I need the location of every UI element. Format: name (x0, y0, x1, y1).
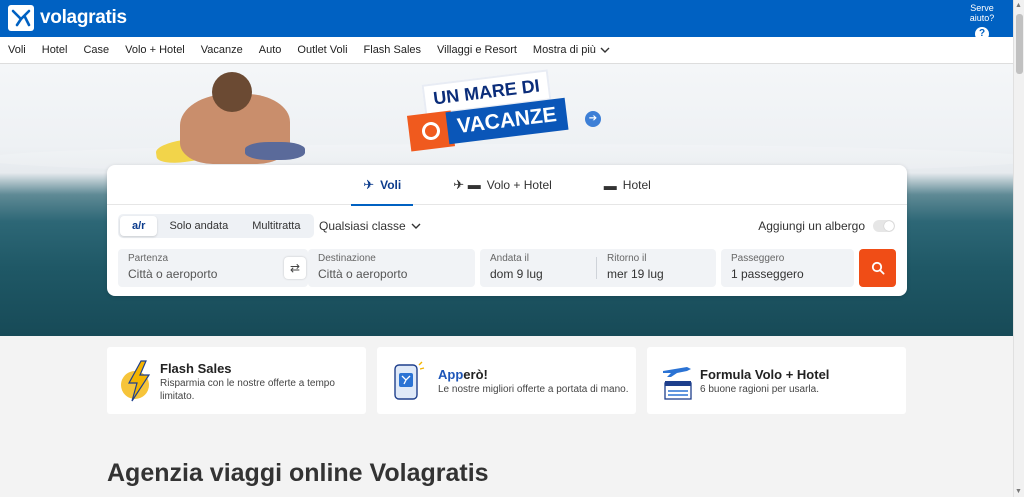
nav-item-auto[interactable]: Auto (259, 44, 282, 56)
promo-desc: Risparmia con le nostre offerte a tempo (160, 378, 335, 389)
destination-field[interactable]: Destinazione Città o aeroporto (308, 249, 475, 287)
promo-title: Apperò! (438, 367, 488, 382)
brand-name: volagratis (40, 7, 127, 28)
nav-item-vacanze[interactable]: Vacanze (201, 44, 243, 56)
passengers-label: Passeggero (731, 253, 785, 264)
scroll-down-arrow-icon[interactable]: ▼ (1015, 488, 1022, 495)
main-nav: Voli Hotel Case Volo + Hotel Vacanze Aut… (0, 37, 1013, 64)
chevron-down-icon (600, 47, 610, 53)
top-bar: volagratis Serve aiuto? ? (0, 0, 1013, 41)
passengers-value: 1 passeggero (731, 267, 804, 281)
outbound-value: dom 9 lug (490, 267, 543, 281)
departure-field[interactable]: Partenza Città o aeroporto (118, 249, 308, 287)
nav-item-voli[interactable]: Voli (8, 44, 26, 56)
nav-item-more[interactable]: Mostra di più (533, 44, 610, 56)
tab-hotel-label: Hotel (622, 178, 651, 192)
promo-title: Flash Sales (160, 361, 232, 376)
search-tabs: ✈ Voli ✈ ▬ Volo + Hotel ▬ Hotel (107, 165, 907, 206)
trip-type-round[interactable]: a/r (120, 216, 158, 236)
promo-card-flash-sales[interactable]: Flash Sales Risparmia con le nostre offe… (107, 347, 366, 414)
promo-card-volo-hotel[interactable]: Formula Volo + Hotel 6 buone ragioni per… (647, 347, 906, 414)
promo-desc: Le nostre migliori offerte a portata di … (438, 384, 629, 395)
tab-volo-hotel[interactable]: ✈ ▬ Volo + Hotel (441, 165, 564, 205)
tab-hotel[interactable]: ▬ Hotel (592, 165, 663, 205)
plane-hotel-icon (663, 367, 692, 400)
trip-type-toggle: a/r Solo andata Multitratta (118, 214, 315, 238)
destination-input[interactable]: Città o aeroporto (318, 267, 465, 281)
page-headline: Agenzia viaggi online Volagratis (107, 459, 489, 487)
class-select-label: Qualsiasi classe (319, 219, 406, 233)
nav-item-volo-hotel[interactable]: Volo + Hotel (125, 44, 185, 56)
return-label: Ritorno il (607, 253, 647, 264)
help-label: Serve aiuto? (969, 3, 995, 23)
surfer-shorts-image (245, 142, 305, 160)
search-card: ✈ Voli ✈ ▬ Volo + Hotel ▬ Hotel a/r Solo… (107, 165, 907, 296)
help-link[interactable]: Serve aiuto? ? (957, 3, 1007, 41)
bed-icon: ▬ (603, 177, 617, 193)
add-hotel-toggle[interactable]: Aggiungi un albergo (758, 219, 895, 233)
add-hotel-label: Aggiungi un albergo (758, 219, 865, 233)
class-select[interactable]: Qualsiasi classe (319, 219, 421, 233)
promo-desc: limitato. (160, 391, 195, 402)
swap-icon[interactable]: ⇄ (284, 257, 306, 279)
lightning-icon (121, 360, 151, 402)
nav-item-case[interactable]: Case (83, 44, 109, 56)
nav-item-villaggi-resort[interactable]: Villaggi e Resort (437, 44, 517, 56)
chevron-down-icon (411, 223, 421, 229)
page-scrollbar[interactable]: ▲ ▼ (1013, 0, 1024, 497)
departure-label: Partenza (128, 253, 169, 264)
surfer-head-image (212, 72, 252, 112)
nav-item-flash-sales[interactable]: Flash Sales (364, 44, 421, 56)
outbound-label: Andata il (490, 253, 529, 264)
nav-item-outlet-voli[interactable]: Outlet Voli (297, 44, 347, 56)
promo-title: Formula Volo + Hotel (700, 367, 830, 382)
search-icon (871, 261, 884, 275)
promo-banner[interactable]: UN MARE DI VACANZE ➔ (405, 69, 605, 157)
plane-bed-icon: ✈ ▬ (453, 177, 481, 192)
tab-voli-label: Voli (380, 178, 402, 192)
destination-label: Destinazione (318, 253, 376, 264)
promo-desc: 6 buone ragioni per usarla. (700, 384, 819, 395)
return-value: mer 19 lug (607, 267, 664, 281)
outbound-date[interactable]: Andata il dom 9 lug (490, 253, 543, 281)
passengers-field[interactable]: Passeggero 1 passeggero (721, 249, 854, 287)
volagratis-logo-icon (8, 5, 34, 31)
nav-item-hotel[interactable]: Hotel (42, 44, 68, 56)
tab-volo-hotel-label: Volo + Hotel (486, 178, 552, 192)
add-hotel-switch[interactable] (873, 220, 895, 232)
tab-voli[interactable]: ✈ Voli (351, 165, 414, 206)
arrow-right-icon[interactable]: ➔ (585, 111, 601, 127)
promo-title-suffix: erò! (463, 367, 488, 382)
scrollbar-thumb[interactable] (1016, 14, 1023, 74)
date-divider (596, 257, 597, 279)
search-button[interactable] (859, 249, 896, 287)
promo-title-prefix: App (438, 367, 464, 382)
return-date[interactable]: Ritorno il mer 19 lug (607, 253, 664, 281)
trip-type-multi[interactable]: Multitratta (240, 216, 312, 236)
departure-input[interactable]: Città o aeroporto (128, 267, 298, 281)
nav-more-label: Mostra di più (532, 44, 596, 56)
plane-icon: ✈ (363, 177, 375, 192)
phone-app-icon (394, 361, 425, 400)
dates-field[interactable]: Andata il dom 9 lug Ritorno il mer 19 lu… (480, 249, 716, 287)
promo-card-app[interactable]: Apperò! Le nostre migliori offerte a por… (377, 347, 636, 414)
trip-type-oneway[interactable]: Solo andata (157, 216, 240, 236)
logo[interactable]: volagratis (8, 5, 127, 31)
scroll-up-arrow-icon[interactable]: ▲ (1015, 2, 1022, 9)
